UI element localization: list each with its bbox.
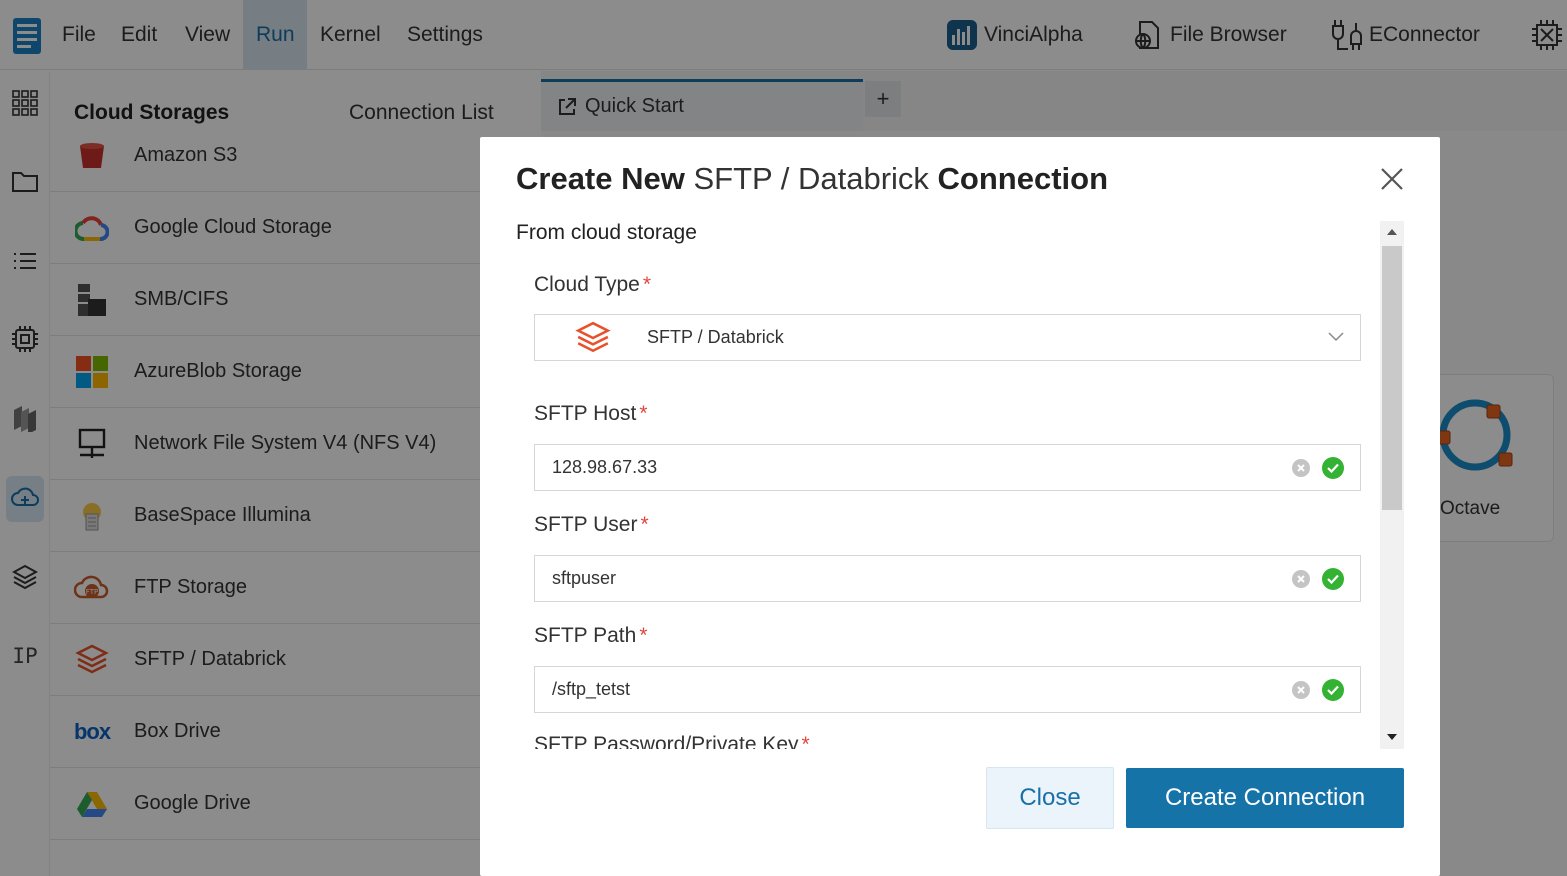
- password-label-text: SFTP Password/Private Key: [534, 733, 799, 749]
- host-label: SFTP Host *: [534, 402, 648, 426]
- title-cloud-type: SFTP / Databrick: [693, 161, 929, 196]
- cloud-type-label-text: Cloud Type: [534, 273, 640, 296]
- scroll-up-icon[interactable]: [1387, 229, 1397, 235]
- sftp-path-input[interactable]: /sftp_tetst: [534, 666, 1361, 713]
- required-mark: *: [640, 513, 649, 536]
- required-mark: *: [642, 273, 652, 296]
- path-label-text: SFTP Path: [534, 624, 637, 647]
- clear-input-icon[interactable]: [1292, 570, 1310, 588]
- form-scrollbar[interactable]: [1380, 221, 1404, 749]
- scroll-thumb[interactable]: [1382, 246, 1402, 510]
- close-icon[interactable]: [1378, 165, 1406, 193]
- sftp-host-input[interactable]: 128.98.67.33: [534, 444, 1361, 491]
- required-mark: *: [639, 402, 648, 425]
- required-mark: *: [639, 624, 648, 647]
- path-label: SFTP Path *: [534, 624, 648, 648]
- close-button[interactable]: Close: [986, 767, 1114, 829]
- section-title: From cloud storage: [516, 221, 697, 244]
- valid-check-icon: [1322, 679, 1344, 701]
- user-value: sftpuser: [552, 568, 617, 588]
- title-part-1: Create New: [516, 161, 685, 196]
- cloud-type-label: Cloud Type *: [534, 273, 651, 297]
- user-label: SFTP User *: [534, 513, 649, 537]
- valid-check-icon: [1322, 568, 1344, 590]
- create-connection-dialog: Create New SFTP / Databrick Connection F…: [480, 137, 1440, 876]
- password-label: SFTP Password/Private Key *: [534, 733, 810, 749]
- scroll-down-icon[interactable]: [1387, 734, 1397, 740]
- create-connection-button[interactable]: Create Connection: [1126, 768, 1404, 828]
- form-scroll-area[interactable]: From cloud storage Cloud Type * SFTP / Da…: [516, 221, 1404, 749]
- path-value: /sftp_tetst: [552, 679, 631, 699]
- clear-input-icon[interactable]: [1292, 681, 1310, 699]
- user-label-text: SFTP User: [534, 513, 638, 536]
- host-value: 128.98.67.33: [552, 457, 658, 477]
- dialog-title: Create New SFTP / Databrick Connection: [516, 161, 1108, 197]
- cloud-type-select[interactable]: SFTP / Databrick: [534, 314, 1361, 361]
- sftp-user-input[interactable]: sftpuser: [534, 555, 1361, 602]
- host-label-text: SFTP Host: [534, 402, 637, 425]
- databrick-icon: [575, 321, 611, 353]
- valid-check-icon: [1322, 457, 1344, 479]
- required-mark: *: [801, 733, 810, 749]
- title-part-2: Connection: [937, 161, 1109, 196]
- chevron-down-icon: [1328, 332, 1344, 342]
- cloud-type-value: SFTP / Databrick: [647, 327, 784, 347]
- clear-input-icon[interactable]: [1292, 459, 1310, 477]
